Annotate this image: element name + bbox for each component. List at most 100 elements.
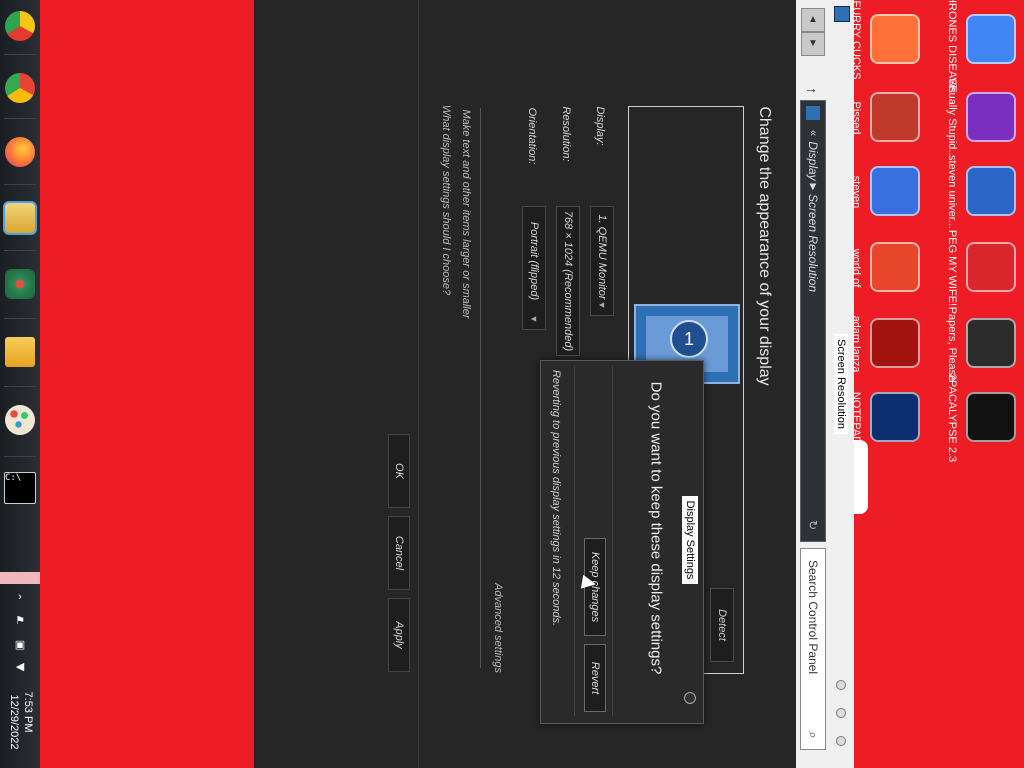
dialog-separator	[612, 366, 613, 716]
desktop-shortcut-label: steven	[850, 175, 862, 209]
chrome-icon	[5, 73, 35, 103]
desktop-shortcut-icon	[966, 166, 1016, 216]
apply-button[interactable]: Apply	[388, 598, 410, 672]
command-prompt-icon: C:\	[4, 472, 36, 504]
taskbar-divider	[4, 54, 36, 55]
breadcrumb[interactable]: « Display ▶ Screen Resolution ↻	[800, 100, 826, 542]
desktop-shortcut[interactable]	[966, 392, 1016, 442]
tray-expand-icon[interactable]: ›	[12, 590, 28, 604]
mouse-cursor-icon	[580, 574, 598, 592]
desktop-shortcut[interactable]	[870, 14, 920, 64]
detect-button[interactable]: Detect	[710, 588, 734, 662]
ok-button[interactable]: OK	[388, 434, 410, 508]
firefox-icon	[5, 137, 35, 167]
revert-label: Revert	[589, 661, 601, 695]
tray-volume-icon[interactable]: ◀	[12, 660, 28, 674]
desktop-shortcut[interactable]	[870, 318, 920, 368]
desktop-shortcut[interactable]	[966, 318, 1016, 368]
desktop-shortcut[interactable]	[870, 392, 920, 442]
folder-icon	[5, 337, 35, 367]
taskbar-app-pinball[interactable]	[2, 258, 38, 310]
text-size-link[interactable]: Make text and other items larger or smal…	[460, 109, 472, 318]
close-button[interactable]	[836, 736, 846, 746]
desktop-shortcut-label: PEG MY WIFE!	[946, 229, 958, 307]
desktop-shortcut-label: Papers, Please	[946, 306, 958, 382]
window-title-text: Screen Resolution	[835, 339, 847, 429]
monitor-number: 1	[670, 320, 708, 358]
taskbar-app-chrome-beta[interactable]	[2, 0, 38, 52]
detect-label: Detect	[716, 609, 728, 641]
back-button[interactable]: ▲	[801, 8, 825, 32]
desktop-shortcut[interactable]	[870, 242, 920, 292]
desktop-shortcut-icon	[870, 392, 920, 442]
breadcrumb-arrow-icon: ▶	[808, 183, 819, 191]
desktop-shortcut-icon	[966, 318, 1016, 368]
resolution-value: 768 × 1024 (Recommended)	[562, 210, 574, 352]
dialog-title: Display Settings	[682, 496, 698, 584]
minimize-button[interactable]	[836, 680, 846, 690]
up-arrow-icon[interactable]: →	[804, 80, 818, 96]
taskbar-divider	[4, 118, 36, 119]
taskbar-app-firefox[interactable]	[2, 126, 38, 178]
taskbar-app-cmd[interactable]: C:\	[2, 462, 38, 514]
taskbar-app-explorer[interactable]	[2, 192, 38, 244]
orientation-value: Portrait (flipped)	[528, 221, 540, 301]
desktop-shortcut[interactable]	[966, 14, 1016, 64]
paint-palette-icon	[5, 405, 35, 435]
settings-help-link[interactable]: What display settings should I choose?	[440, 105, 452, 295]
search-placeholder: Search Control Panel	[806, 559, 820, 675]
window-title: Screen Resolution	[834, 334, 848, 434]
search-icon: ⌕	[806, 731, 821, 739]
tray-network-icon[interactable]: ▣	[12, 638, 28, 652]
forward-button[interactable]: ▼	[801, 32, 825, 56]
desktop-shortcut-icon	[870, 166, 920, 216]
tray-flag-icon[interactable]: ⚑	[12, 614, 28, 628]
desktop-shortcut-icon	[966, 14, 1016, 64]
search-input[interactable]: Search Control Panel ⌕	[800, 548, 826, 750]
file-explorer-icon	[3, 201, 37, 235]
chevron-down-icon: ▼	[597, 300, 607, 310]
desktop-shortcut-icon	[966, 392, 1016, 442]
desktop-shortcut[interactable]	[966, 242, 1016, 292]
desktop-shortcut-label: Pissed	[850, 101, 862, 135]
desktop-shortcut[interactable]	[870, 92, 920, 142]
clock-time: 7:53 PM	[22, 691, 34, 733]
display-settings-dialog	[540, 360, 704, 724]
desktop-shortcut-label: 2PACALYPSE 2.3	[946, 373, 958, 463]
desktop-shortcut[interactable]	[870, 166, 920, 216]
orientation-label: Orientation:	[526, 107, 538, 165]
taskbar-divider	[4, 250, 36, 251]
desktop-shortcut-icon	[870, 92, 920, 142]
desktop-shortcut-label: world of	[850, 248, 862, 288]
taskbar-app-chrome[interactable]	[2, 62, 38, 114]
taskbar-app-paint[interactable]	[2, 394, 38, 446]
refresh-icon[interactable]: ↻	[806, 520, 820, 530]
dialog-close-button[interactable]	[684, 692, 696, 704]
ok-label: OK	[393, 463, 405, 479]
chevron-down-icon: ▼	[529, 314, 539, 324]
dialog-question: Do you want to keep these display settin…	[647, 381, 665, 675]
desktop-shortcut-label: Visually Stupid...	[946, 77, 958, 159]
taskbar-divider	[4, 318, 36, 319]
display-dropdown[interactable]: 1. QEMU Monitor ▼	[590, 206, 614, 316]
desktop-shortcut-icon	[870, 14, 920, 64]
resolution-dropdown[interactable]: 768 × 1024 (Recommended)	[556, 206, 580, 356]
cancel-button[interactable]: Cancel	[388, 516, 410, 590]
maximize-button[interactable]	[836, 708, 846, 718]
revert-button[interactable]: Revert	[584, 644, 606, 712]
window-icon	[834, 6, 850, 22]
breadcrumb-display[interactable]: Display	[806, 141, 820, 180]
desktop-shortcut-label: steven univer...	[946, 155, 958, 229]
orientation-dropdown[interactable]: Portrait (flipped) ▼	[522, 206, 546, 330]
breadcrumb-screen-resolution[interactable]: Screen Resolution	[806, 194, 820, 292]
desktop-shortcut-label: NOTEPAD	[850, 391, 862, 445]
advanced-settings-link[interactable]: Advanced settings	[492, 583, 504, 673]
pinball-icon	[5, 269, 35, 299]
taskbar-clock[interactable]: 7:53 PM 12/29/2022	[4, 690, 36, 760]
desktop-shortcut[interactable]	[966, 166, 1016, 216]
taskbar-scroll-strip[interactable]	[0, 572, 40, 584]
taskbar: C:\ › ⚑ ▣ ◀	[0, 0, 40, 768]
breadcrumb-chevron-icon: «	[807, 129, 819, 137]
desktop-shortcut[interactable]	[966, 92, 1016, 142]
taskbar-app-folder[interactable]	[2, 326, 38, 378]
